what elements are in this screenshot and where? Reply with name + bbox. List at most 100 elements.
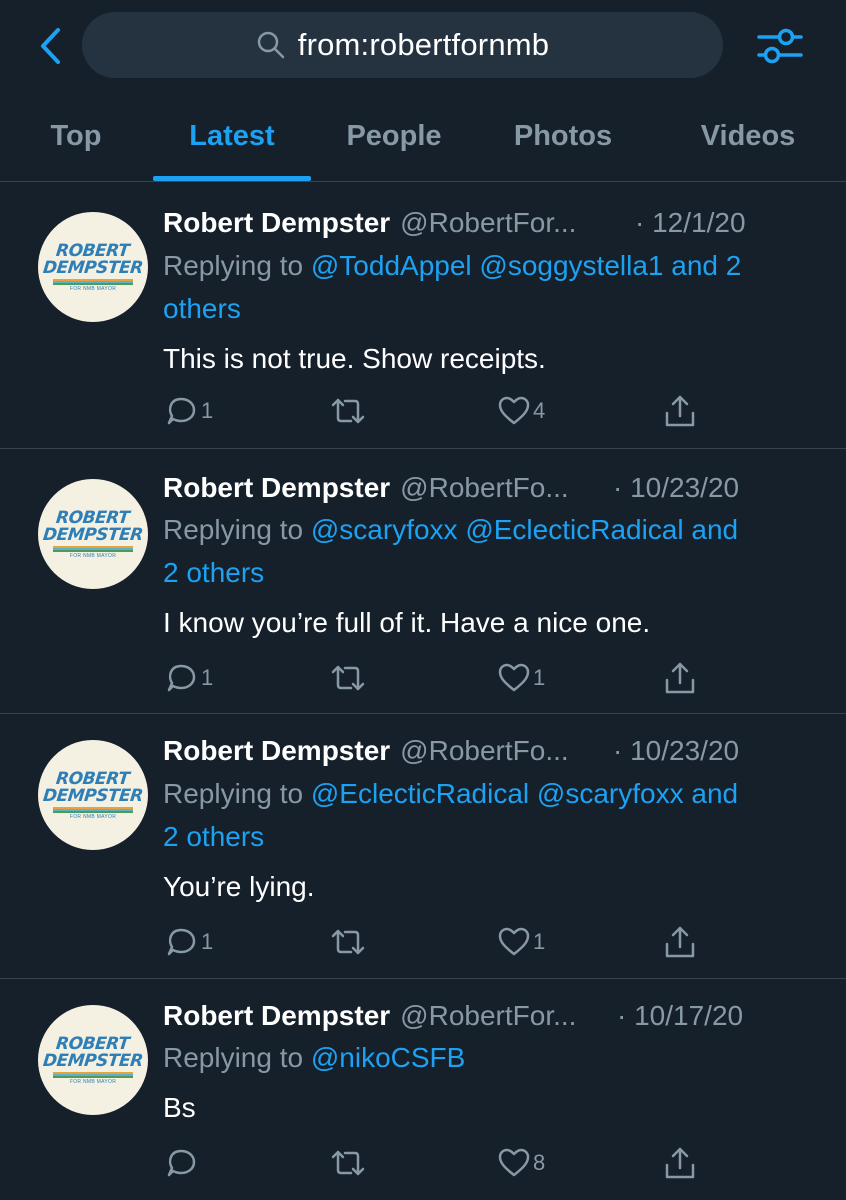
tweet-date[interactable]: · 10/17/20 [617, 1000, 743, 1032]
tab-latest[interactable]: Latest [153, 92, 311, 180]
like-button[interactable]: 4 [497, 389, 545, 433]
author-name[interactable]: Robert Dempster [163, 207, 390, 239]
tweet-header: Robert Dempster @RobertFor... · 12/1/20 [163, 202, 813, 244]
tweet[interactable]: ROBERT DEMPSTER FOR NMB MAYOR Robert Dem… [0, 450, 846, 714]
replying-to: Replying to @EclecticRadical @scaryfoxx … [163, 772, 813, 858]
comment-icon [167, 928, 196, 956]
active-tab-indicator [153, 176, 311, 181]
tab-people[interactable]: People [330, 92, 458, 180]
avatar-logo-tagline: FOR NMB MAYOR [69, 813, 117, 820]
search-icon [257, 31, 284, 59]
tweet[interactable]: ROBERT DEMPSTER FOR NMB MAYOR Robert Dem… [0, 715, 846, 979]
tab-videos[interactable]: Videos [686, 92, 810, 180]
avatar-logo-stripes [53, 545, 133, 552]
author-handle[interactable]: @RobertFo... [400, 472, 568, 504]
tab-photos[interactable]: Photos [498, 92, 628, 180]
tweet-header: Robert Dempster @RobertFo... · 10/23/20 [163, 730, 813, 772]
share-button[interactable] [663, 1141, 697, 1185]
replying-to: Replying to @ToddAppel @soggystella1 and… [163, 244, 813, 330]
reply-mentions[interactable]: @nikoCSFB [311, 1042, 465, 1073]
like-button[interactable]: 8 [497, 1141, 545, 1185]
avatar-logo-line2: DEMPSTER [42, 785, 144, 806]
avatar-logo-line1: ROBERT [55, 768, 131, 789]
retweet-button[interactable] [329, 920, 369, 964]
retweet-button[interactable] [329, 389, 369, 433]
avatar[interactable]: ROBERT DEMPSTER FOR NMB MAYOR [38, 479, 148, 589]
reply-button[interactable] [163, 1141, 201, 1185]
reply-mentions[interactable]: @scaryfoxx @EclecticRadical and [311, 514, 738, 545]
retweet-button[interactable] [329, 1141, 369, 1185]
search-query: from:robertfornmb [297, 27, 550, 62]
like-count: 1 [533, 665, 546, 690]
tweet-actions: 8 [163, 1141, 723, 1185]
avatar-logo-tagline: FOR NMB MAYOR [69, 552, 117, 559]
reply-button[interactable]: 1 [163, 656, 213, 700]
like-button[interactable]: 1 [497, 920, 545, 964]
author-handle[interactable]: @RobertFo... [400, 735, 568, 767]
reply-mentions-more[interactable]: 2 others [163, 557, 264, 588]
share-button[interactable] [663, 389, 697, 433]
replying-to-label: Replying to [163, 1042, 304, 1073]
author-name[interactable]: Robert Dempster [163, 472, 390, 504]
avatar-logo-stripes [53, 806, 133, 813]
tweet-date[interactable]: · 10/23/20 [613, 472, 739, 504]
avatar-logo-line1: ROBERT [55, 1033, 131, 1054]
retweet-icon [331, 1150, 365, 1176]
tab-top[interactable]: Top [22, 92, 130, 180]
avatar[interactable]: ROBERT DEMPSTER FOR NMB MAYOR [38, 740, 148, 850]
like-count: 1 [533, 929, 546, 954]
tweet-actions: 1 1 [163, 656, 723, 700]
author-handle[interactable]: @RobertFor... [400, 207, 576, 239]
heart-icon [498, 663, 530, 692]
tweet-text: Bs [163, 1092, 196, 1123]
avatar-logo-tagline: FOR NMB MAYOR [69, 1078, 117, 1085]
avatar-logo-line1: ROBERT [55, 507, 131, 528]
reply-mentions-more[interactable]: 2 others [163, 821, 264, 852]
author-name[interactable]: Robert Dempster [163, 1000, 390, 1032]
tweet-date[interactable]: · 12/1/20 [635, 207, 746, 239]
tweet[interactable]: ROBERT DEMPSTER FOR NMB MAYOR Robert Dem… [0, 183, 846, 449]
share-button[interactable] [663, 656, 697, 700]
replying-to: Replying to @scaryfoxx @EclecticRadical … [163, 508, 813, 594]
comment-icon [167, 1149, 196, 1177]
author-handle[interactable]: @RobertFor... [400, 1000, 576, 1032]
back-button[interactable] [34, 22, 66, 70]
like-count: 8 [533, 1150, 546, 1175]
avatar-logo-line1: ROBERT [55, 240, 131, 261]
replying-to: Replying to @nikoCSFB [163, 1036, 813, 1079]
reply-count: 1 [201, 665, 214, 690]
tweet[interactable]: ROBERT DEMPSTER FOR NMB MAYOR Robert Dem… [0, 980, 846, 1200]
reply-count: 1 [201, 929, 214, 954]
author-name[interactable]: Robert Dempster [163, 735, 390, 767]
avatar[interactable]: ROBERT DEMPSTER FOR NMB MAYOR [38, 1005, 148, 1115]
share-button[interactable] [663, 920, 697, 964]
reply-mentions[interactable]: @EclecticRadical @scaryfoxx and [311, 778, 738, 809]
share-icon [665, 1147, 695, 1179]
like-count: 4 [533, 398, 546, 423]
search-filter-button[interactable] [752, 22, 808, 70]
search-tabs: Top Latest People Photos Videos [0, 92, 846, 182]
tweet-text: I know you’re full of it. Have a nice on… [163, 607, 651, 638]
like-button[interactable]: 1 [497, 656, 545, 700]
search-input[interactable]: from:robertfornmb [82, 12, 723, 78]
reply-mentions[interactable]: @ToddAppel @soggystella1 and 2 [311, 250, 741, 281]
reply-button[interactable]: 1 [163, 920, 213, 964]
comment-icon [167, 664, 196, 692]
tweet-date[interactable]: · 10/23/20 [613, 735, 739, 767]
avatar-logo-line2: DEMPSTER [42, 257, 144, 278]
share-icon [665, 662, 695, 694]
retweet-icon [331, 398, 365, 424]
tweet-text: You’re lying. [163, 871, 315, 902]
avatar-logo-stripes [53, 1071, 133, 1078]
share-icon [665, 926, 695, 958]
retweet-button[interactable] [329, 656, 369, 700]
heart-icon [498, 1148, 530, 1177]
sliders-icon [757, 28, 803, 64]
reply-button[interactable]: 1 [163, 389, 213, 433]
share-icon [665, 395, 695, 427]
avatar[interactable]: ROBERT DEMPSTER FOR NMB MAYOR [38, 212, 148, 322]
replying-to-label: Replying to [163, 778, 304, 809]
comment-icon [167, 397, 196, 425]
avatar-logo-line2: DEMPSTER [42, 524, 144, 545]
reply-mentions-more[interactable]: others [163, 293, 241, 324]
